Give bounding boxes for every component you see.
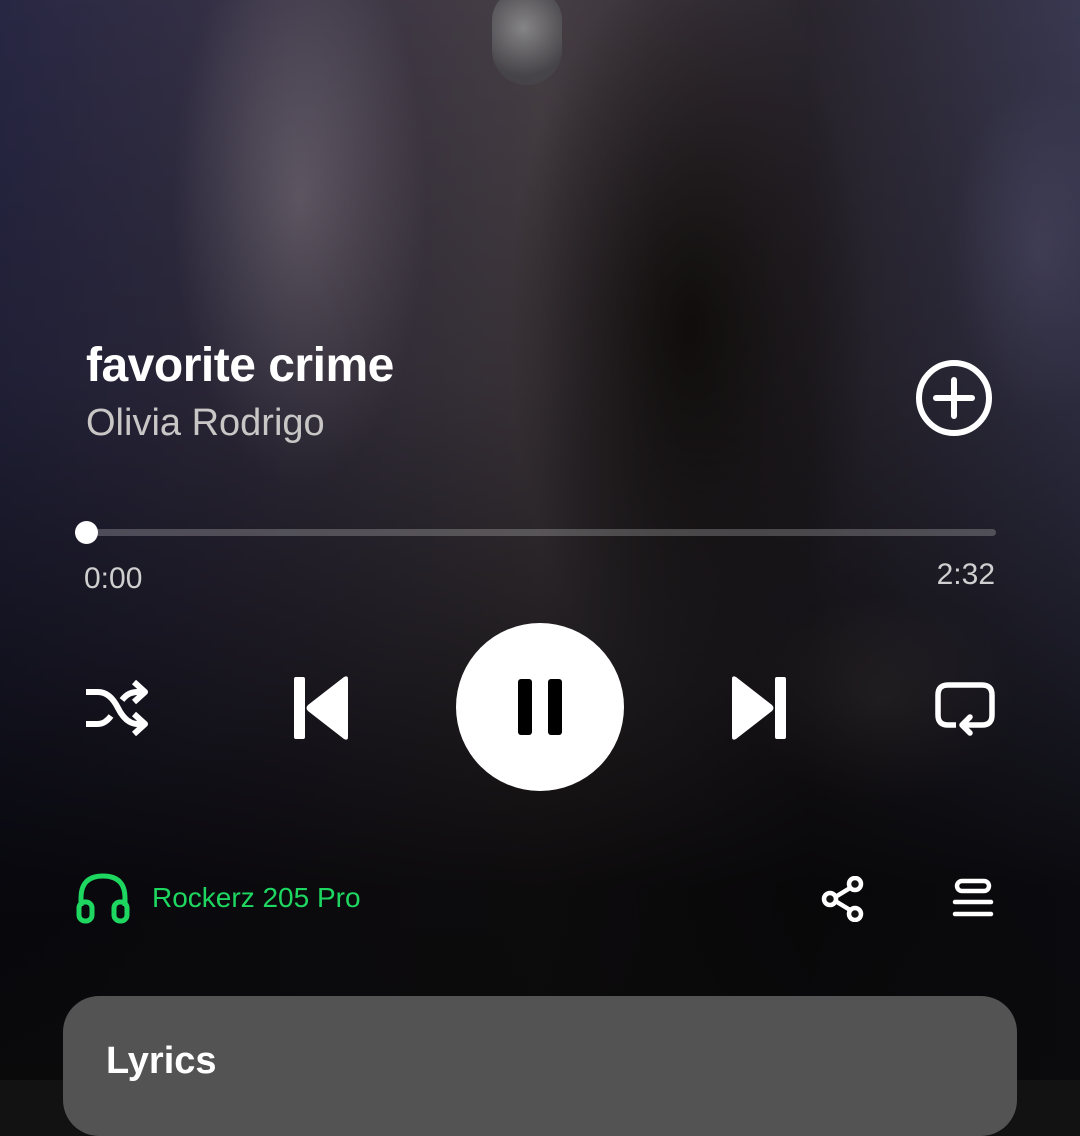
track-title: favorite crime (86, 339, 394, 392)
skip-next-icon (732, 676, 786, 740)
skip-previous-icon (294, 676, 348, 740)
plus-circle-icon (916, 360, 992, 436)
add-to-library-button[interactable] (914, 358, 994, 438)
total-time: 2:32 (936, 558, 995, 591)
elapsed-time: 0:00 (84, 562, 143, 595)
share-icon (821, 876, 864, 922)
shuffle-icon (86, 680, 148, 736)
track-artist[interactable]: Olivia Rodrigo (86, 402, 325, 445)
progress-bar[interactable] (75, 521, 996, 544)
queue-button[interactable] (948, 874, 998, 924)
headphones-icon (76, 873, 130, 924)
next-track-button[interactable] (724, 672, 796, 744)
lyrics-title: Lyrics (106, 1040, 217, 1082)
lyrics-card[interactable]: Lyrics (63, 996, 1017, 1136)
connected-device[interactable]: Rockerz 205 Pro (76, 872, 361, 924)
pause-button[interactable] (456, 623, 624, 791)
repeat-icon (935, 682, 995, 736)
previous-track-button[interactable] (284, 672, 356, 744)
shuffle-button[interactable] (80, 676, 152, 740)
pause-icon (518, 679, 562, 735)
device-name: Rockerz 205 Pro (152, 882, 361, 913)
progress-scrubber[interactable] (75, 521, 98, 544)
share-button[interactable] (818, 874, 868, 924)
repeat-button[interactable] (930, 676, 1000, 740)
queue-icon (952, 878, 994, 917)
